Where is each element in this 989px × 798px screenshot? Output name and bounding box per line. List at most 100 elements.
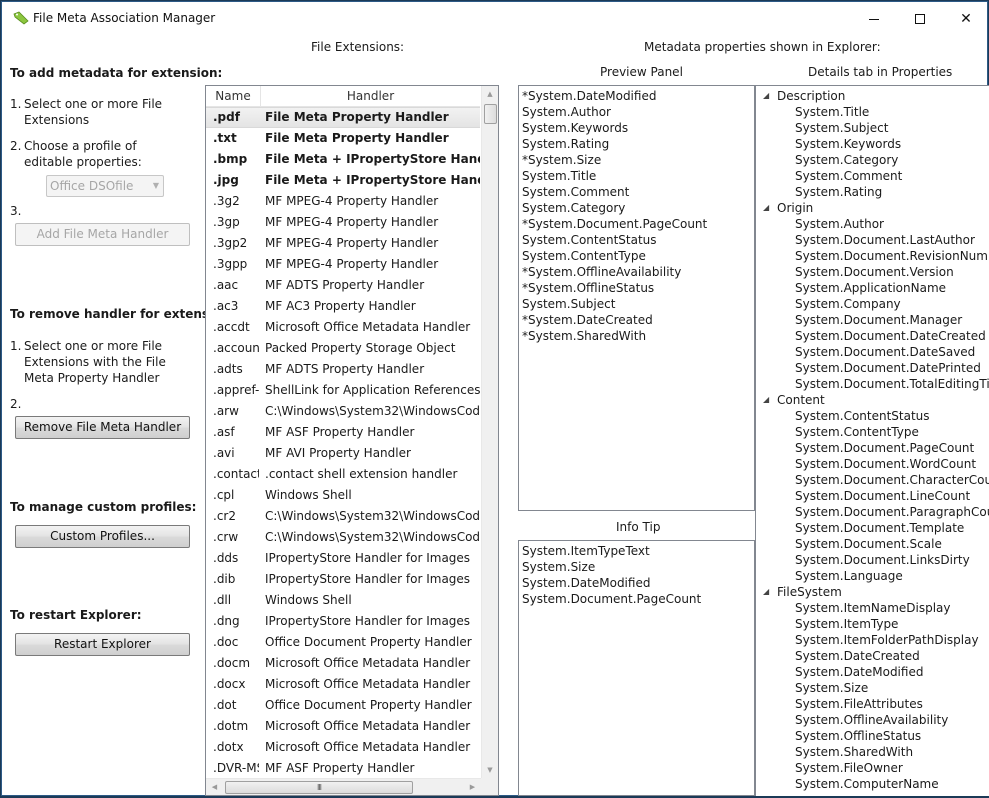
table-row[interactable]: .3gpp MF MPEG-4 Property Handler — [206, 254, 480, 275]
table-row[interactable]: .ac3 MF AC3 Property Handler — [206, 296, 480, 317]
table-row[interactable]: .appref-ms ShellLink for Application Refe… — [206, 380, 480, 401]
tree-item[interactable]: System.Subject — [756, 120, 989, 136]
table-row[interactable]: .bmp File Meta + IPropertyStore Handler f… — [206, 149, 480, 170]
list-item[interactable]: *System.DateCreated — [519, 312, 754, 328]
tree-item[interactable]: System.ComputerName — [756, 776, 989, 792]
list-item[interactable]: System.Rating — [519, 136, 754, 152]
table-row[interactable]: .jpg File Meta + IPropertyStore Handler f… — [206, 170, 480, 191]
tree-item[interactable]: System.Document.Version — [756, 264, 989, 280]
list-item[interactable]: *System.OfflineStatus — [519, 280, 754, 296]
tree-item[interactable]: System.Category — [756, 152, 989, 168]
profile-select[interactable]: Office DSOfile ▼ — [46, 175, 164, 197]
list-item[interactable]: *System.SharedWith — [519, 328, 754, 344]
tree-item[interactable]: System.Document.TotalEditingTime — [756, 376, 989, 392]
file-extensions-list[interactable]: Name Handler .pdf File Meta Property Hand… — [205, 85, 499, 796]
table-row[interactable]: .cpl Windows Shell — [206, 485, 480, 506]
expanded-triangle-icon[interactable]: ◢ — [763, 200, 769, 216]
tree-item[interactable]: System.Document.PageCount — [756, 440, 989, 456]
tree-item[interactable]: System.Document.Scale — [756, 536, 989, 552]
tree-item[interactable]: System.Document.CharacterCount — [756, 472, 989, 488]
tree-item[interactable]: System.ContentStatus — [756, 408, 989, 424]
table-row[interactable]: .dds IPropertyStore Handler for Images — [206, 548, 480, 569]
table-row[interactable]: .adts MF ADTS Property Handler — [206, 359, 480, 380]
tree-group[interactable]: ◢ Content — [756, 392, 989, 408]
table-row[interactable]: .dotm Microsoft Office Metadata Handler — [206, 716, 480, 737]
column-header-handler[interactable]: Handler — [261, 86, 480, 107]
table-row[interactable]: .docm Microsoft Office Metadata Handler — [206, 653, 480, 674]
tree-item[interactable]: System.Document.ParagraphCount — [756, 504, 989, 520]
list-item[interactable]: *System.Size — [519, 152, 754, 168]
table-row[interactable]: .contact .contact shell extension handler — [206, 464, 480, 485]
expanded-triangle-icon[interactable]: ◢ — [763, 88, 769, 104]
scroll-down-icon[interactable]: ▼ — [482, 762, 498, 779]
column-header-name[interactable]: Name — [206, 86, 261, 107]
table-row[interactable]: .dotx Microsoft Office Metadata Handler — [206, 737, 480, 758]
tree-item[interactable]: System.ItemNameDisplay — [756, 600, 989, 616]
tree-item[interactable]: System.Rating — [756, 184, 989, 200]
tree-item[interactable]: System.FileOwner — [756, 760, 989, 776]
maximize-button[interactable] — [897, 2, 943, 35]
table-row[interactable]: .dib IPropertyStore Handler for Images — [206, 569, 480, 590]
tree-item[interactable]: System.Keywords — [756, 136, 989, 152]
tree-item[interactable]: System.Comment — [756, 168, 989, 184]
list-item[interactable]: System.Keywords — [519, 120, 754, 136]
tree-group[interactable]: ◢ Description — [756, 88, 989, 104]
list-item[interactable]: System.Comment — [519, 184, 754, 200]
list-item[interactable]: System.ItemTypeText — [519, 543, 754, 559]
tree-item[interactable]: System.Document.WordCount — [756, 456, 989, 472]
tree-group[interactable]: ◢ FileSystem — [756, 584, 989, 600]
table-row[interactable]: .docx Microsoft Office Metadata Handler — [206, 674, 480, 695]
table-row[interactable]: .3gp2 MF MPEG-4 Property Handler — [206, 233, 480, 254]
tree-item[interactable]: System.Document.LinksDirty — [756, 552, 989, 568]
list-item[interactable]: System.DateModified — [519, 575, 754, 591]
tree-item[interactable]: System.DateModified — [756, 664, 989, 680]
tree-item[interactable]: System.FileAttributes — [756, 696, 989, 712]
list-item[interactable]: System.Category — [519, 200, 754, 216]
tree-item[interactable]: System.ItemFolderPathDisplay — [756, 632, 989, 648]
horizontal-scrollbar[interactable]: ◀ III ▶ — [206, 778, 481, 795]
remove-file-meta-handler-button[interactable]: Remove File Meta Handler — [15, 416, 190, 439]
list-item[interactable]: System.ContentStatus — [519, 232, 754, 248]
table-row[interactable]: .aac MF ADTS Property Handler — [206, 275, 480, 296]
tree-item[interactable]: System.Document.LineCount — [756, 488, 989, 504]
horizontal-scroll-thumb[interactable]: III — [225, 781, 413, 794]
table-row[interactable]: .dll Windows Shell — [206, 590, 480, 611]
tree-item[interactable]: System.SharedWith — [756, 744, 989, 760]
table-row[interactable]: .accountpicture-ms Packed Property Storag… — [206, 338, 480, 359]
table-row[interactable]: .asf MF ASF Property Handler — [206, 422, 480, 443]
list-item[interactable]: *System.DateModified — [519, 88, 754, 104]
table-row[interactable]: .avi MF AVI Property Handler — [206, 443, 480, 464]
preview-panel-list[interactable]: *System.DateModified System.Author System.… — [518, 85, 755, 511]
table-row[interactable]: .cr2 C:\Windows\System32\WindowsCodecsRaw… — [206, 506, 480, 527]
table-row[interactable]: .arw C:\Windows\System32\WindowsCodecsRaw… — [206, 401, 480, 422]
table-row[interactable]: .accdt Microsoft Office Metadata Handler — [206, 317, 480, 338]
tree-item[interactable]: System.Document.DatePrinted — [756, 360, 989, 376]
tree-item[interactable]: System.ApplicationName — [756, 280, 989, 296]
table-row[interactable]: .dot Office Document Property Handler — [206, 695, 480, 716]
tree-item[interactable]: System.Document.DateSaved — [756, 344, 989, 360]
list-item[interactable]: System.Size — [519, 559, 754, 575]
tree-item[interactable]: System.OfflineAvailability — [756, 712, 989, 728]
list-item[interactable]: System.Document.PageCount — [519, 591, 754, 607]
list-item[interactable]: System.Author — [519, 104, 754, 120]
list-item[interactable]: *System.Document.PageCount — [519, 216, 754, 232]
tree-item[interactable]: System.Language — [756, 568, 989, 584]
add-file-meta-handler-button[interactable]: Add File Meta Handler — [15, 223, 190, 246]
tree-item[interactable]: System.Document.Template — [756, 520, 989, 536]
close-button[interactable]: ✕ — [943, 2, 989, 35]
table-row[interactable]: .3gp MF MPEG-4 Property Handler — [206, 212, 480, 233]
scroll-right-icon[interactable]: ▶ — [464, 779, 481, 795]
table-row[interactable]: .crw C:\Windows\System32\WindowsCodecsRaw… — [206, 527, 480, 548]
tree-item[interactable]: System.Size — [756, 680, 989, 696]
tree-item[interactable]: System.Title — [756, 104, 989, 120]
title-bar[interactable]: File Meta Association Manager ✕ — [2, 2, 987, 35]
list-item[interactable]: System.Title — [519, 168, 754, 184]
scroll-up-icon[interactable]: ▲ — [482, 86, 498, 103]
tree-item[interactable]: System.Company — [756, 296, 989, 312]
table-row[interactable]: .DVR-MS MF ASF Property Handler — [206, 758, 480, 779]
table-row[interactable]: .doc Office Document Property Handler — [206, 632, 480, 653]
tree-item[interactable]: System.ContentType — [756, 424, 989, 440]
info-tip-list[interactable]: System.ItemTypeText System.Size System.Dat… — [518, 540, 755, 796]
tree-item[interactable]: System.DateCreated — [756, 648, 989, 664]
table-row[interactable]: .3g2 MF MPEG-4 Property Handler — [206, 191, 480, 212]
